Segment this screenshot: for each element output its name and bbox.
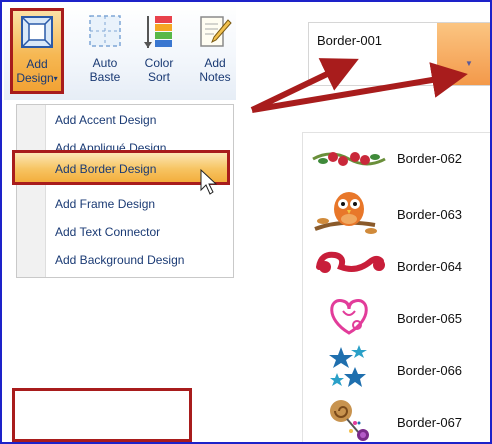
screenshot-frame: Add Design▾ Auto Baste Color Sort Add No… bbox=[0, 0, 492, 444]
mouse-cursor-icon bbox=[200, 168, 218, 195]
annotation-overlay bbox=[200, 58, 468, 195]
